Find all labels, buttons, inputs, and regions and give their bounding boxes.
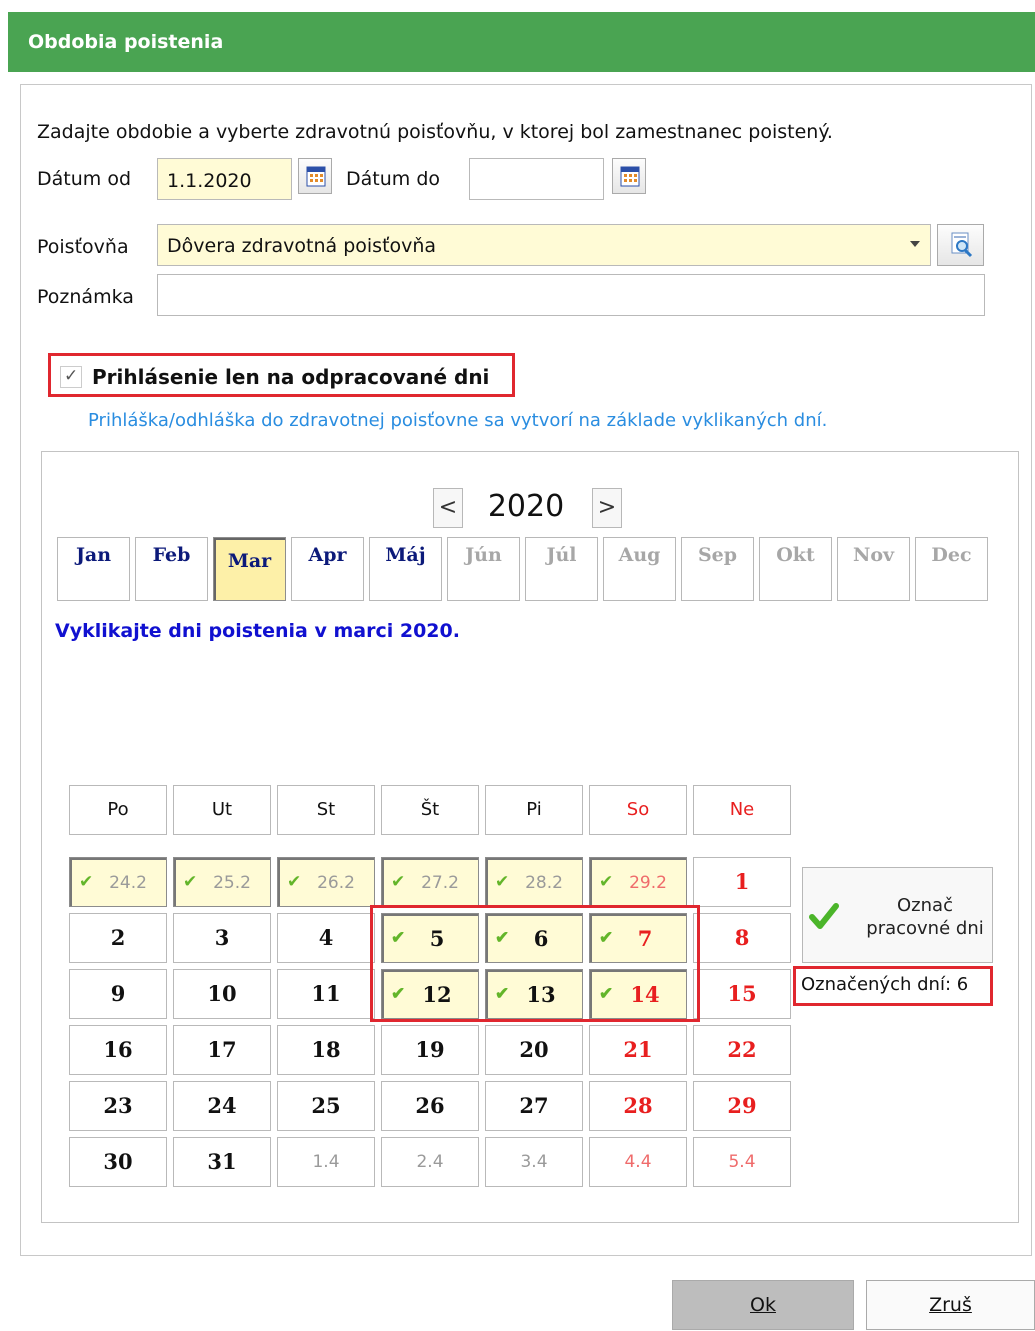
check-icon bbox=[809, 903, 839, 929]
marked-days-count: Označených dní: 6 bbox=[801, 974, 969, 995]
day-cell[interactable]: 22 bbox=[693, 1025, 791, 1075]
day-cell[interactable]: ✔ 25.2 bbox=[173, 857, 271, 907]
weekday-header: Po bbox=[69, 785, 167, 835]
date-from-label: Dátum od bbox=[37, 168, 131, 190]
day-cell[interactable]: 4 bbox=[277, 913, 375, 963]
check-icon: ✓ bbox=[64, 366, 79, 386]
note-label: Poznámka bbox=[37, 286, 134, 308]
month-tab-jan[interactable]: Jan bbox=[57, 537, 130, 601]
day-cell[interactable]: 20 bbox=[485, 1025, 583, 1075]
weekday-header: Št bbox=[381, 785, 479, 835]
day-cell[interactable]: 21 bbox=[589, 1025, 687, 1075]
date-to-label: Dátum do bbox=[346, 168, 440, 190]
window-title: Obdobia poistenia bbox=[28, 31, 224, 53]
day-cell[interactable]: 24 bbox=[173, 1081, 271, 1131]
insurer-label: Poisťovňa bbox=[37, 236, 129, 258]
month-tab-júl: Júl bbox=[525, 537, 598, 601]
next-year-button[interactable]: > bbox=[592, 488, 622, 528]
day-cell[interactable]: 2 bbox=[69, 913, 167, 963]
weekday-header: Ut bbox=[173, 785, 271, 835]
day-number: 25.2 bbox=[213, 873, 251, 893]
day-cell[interactable]: ✔ 24.2 bbox=[69, 857, 167, 907]
day-cell[interactable]: 5.4 bbox=[693, 1137, 791, 1187]
calendar-icon bbox=[620, 166, 640, 187]
day-cell[interactable]: 19 bbox=[381, 1025, 479, 1075]
mark-workdays-label-2: pracovné dni bbox=[866, 918, 984, 939]
day-number: 26.2 bbox=[317, 873, 355, 893]
month-tab-máj[interactable]: Máj bbox=[369, 537, 442, 601]
info-text: Prihláška/odhláška do zdravotnej poisťov… bbox=[88, 410, 828, 431]
day-number: 28.2 bbox=[525, 873, 563, 893]
day-cell[interactable]: 16 bbox=[69, 1025, 167, 1075]
day-cell[interactable]: 3 bbox=[173, 913, 271, 963]
month-tab-okt: Okt bbox=[759, 537, 832, 601]
calendar-instruction: Vyklikajte dni poistenia v marci 2020. bbox=[55, 620, 460, 642]
day-cell[interactable]: ✔ 26.2 bbox=[277, 857, 375, 907]
day-cell[interactable]: 25 bbox=[277, 1081, 375, 1131]
day-cell[interactable]: 17 bbox=[173, 1025, 271, 1075]
weekday-header: St bbox=[277, 785, 375, 835]
instruction-text: Zadajte obdobie a vyberte zdravotnú pois… bbox=[37, 121, 833, 143]
weekday-header: So bbox=[589, 785, 687, 835]
day-cell[interactable]: 27 bbox=[485, 1081, 583, 1131]
month-tab-sep: Sep bbox=[681, 537, 754, 601]
day-cell[interactable]: 29 bbox=[693, 1081, 791, 1131]
mark-workdays-label-1: Označ bbox=[897, 895, 953, 916]
year-label: 2020 bbox=[487, 489, 565, 524]
ok-button[interactable]: Ok bbox=[672, 1280, 854, 1330]
weekday-header: Pi bbox=[485, 785, 583, 835]
insurer-lookup-button[interactable] bbox=[937, 224, 984, 266]
date-to-input[interactable] bbox=[469, 158, 604, 200]
chevron-left-icon: < bbox=[438, 495, 458, 520]
date-to-calendar-button[interactable] bbox=[612, 158, 646, 194]
month-tab-mar[interactable]: Mar bbox=[213, 537, 286, 601]
day-cell[interactable]: 26 bbox=[381, 1081, 479, 1131]
day-number: 27.2 bbox=[421, 873, 459, 893]
day-cell[interactable]: 1 bbox=[693, 857, 791, 907]
day-cell[interactable]: 1.4 bbox=[277, 1137, 375, 1187]
weekday-header: Ne bbox=[693, 785, 791, 835]
insurer-select[interactable]: Dôvera zdravotná poisťovňa bbox=[157, 224, 931, 266]
calendar-icon bbox=[306, 166, 326, 187]
chevron-right-icon: > bbox=[597, 495, 617, 520]
month-tab-nov: Nov bbox=[837, 537, 910, 601]
document-search-icon bbox=[951, 232, 973, 258]
day-cell[interactable]: 8 bbox=[693, 913, 791, 963]
month-tab-feb[interactable]: Feb bbox=[135, 537, 208, 601]
day-cell[interactable]: 3.4 bbox=[485, 1137, 583, 1187]
day-number: 29.2 bbox=[629, 873, 667, 893]
day-cell[interactable]: 31 bbox=[173, 1137, 271, 1187]
day-cell[interactable]: ✔ 28.2 bbox=[485, 857, 583, 907]
day-cell[interactable]: 2.4 bbox=[381, 1137, 479, 1187]
day-cell[interactable]: ✔ 29.2 bbox=[589, 857, 687, 907]
chevron-down-icon bbox=[910, 241, 920, 247]
day-cell[interactable]: 18 bbox=[277, 1025, 375, 1075]
day-cell[interactable]: 30 bbox=[69, 1137, 167, 1187]
month-tab-jún: Jún bbox=[447, 537, 520, 601]
highlight-frame-selected-days bbox=[370, 905, 700, 1022]
day-cell[interactable]: 11 bbox=[277, 969, 375, 1019]
day-number: 24.2 bbox=[109, 873, 147, 893]
date-from-calendar-button[interactable] bbox=[298, 158, 332, 194]
month-tab-dec: Dec bbox=[915, 537, 988, 601]
day-cell[interactable]: 23 bbox=[69, 1081, 167, 1131]
month-tab-aug: Aug bbox=[603, 537, 676, 601]
worked-days-checkbox-label[interactable]: Prihlásenie len na odpracované dni bbox=[92, 365, 489, 389]
day-cell[interactable]: 4.4 bbox=[589, 1137, 687, 1187]
mark-workdays-button[interactable]: Označ pracovné dni bbox=[802, 867, 993, 963]
month-tab-apr[interactable]: Apr bbox=[291, 537, 364, 601]
day-cell[interactable]: 9 bbox=[69, 969, 167, 1019]
date-from-input[interactable]: 1.1.2020 bbox=[157, 158, 292, 200]
title-bar: Obdobia poistenia bbox=[8, 12, 1035, 72]
day-cell[interactable]: ✔ 27.2 bbox=[381, 857, 479, 907]
note-input[interactable] bbox=[157, 274, 985, 316]
cancel-button[interactable]: Zruš bbox=[866, 1280, 1035, 1330]
day-cell[interactable]: 10 bbox=[173, 969, 271, 1019]
prev-year-button[interactable]: < bbox=[433, 488, 463, 528]
worked-days-checkbox[interactable]: ✓ bbox=[60, 366, 82, 388]
day-cell[interactable]: 28 bbox=[589, 1081, 687, 1131]
day-cell[interactable]: 15 bbox=[693, 969, 791, 1019]
